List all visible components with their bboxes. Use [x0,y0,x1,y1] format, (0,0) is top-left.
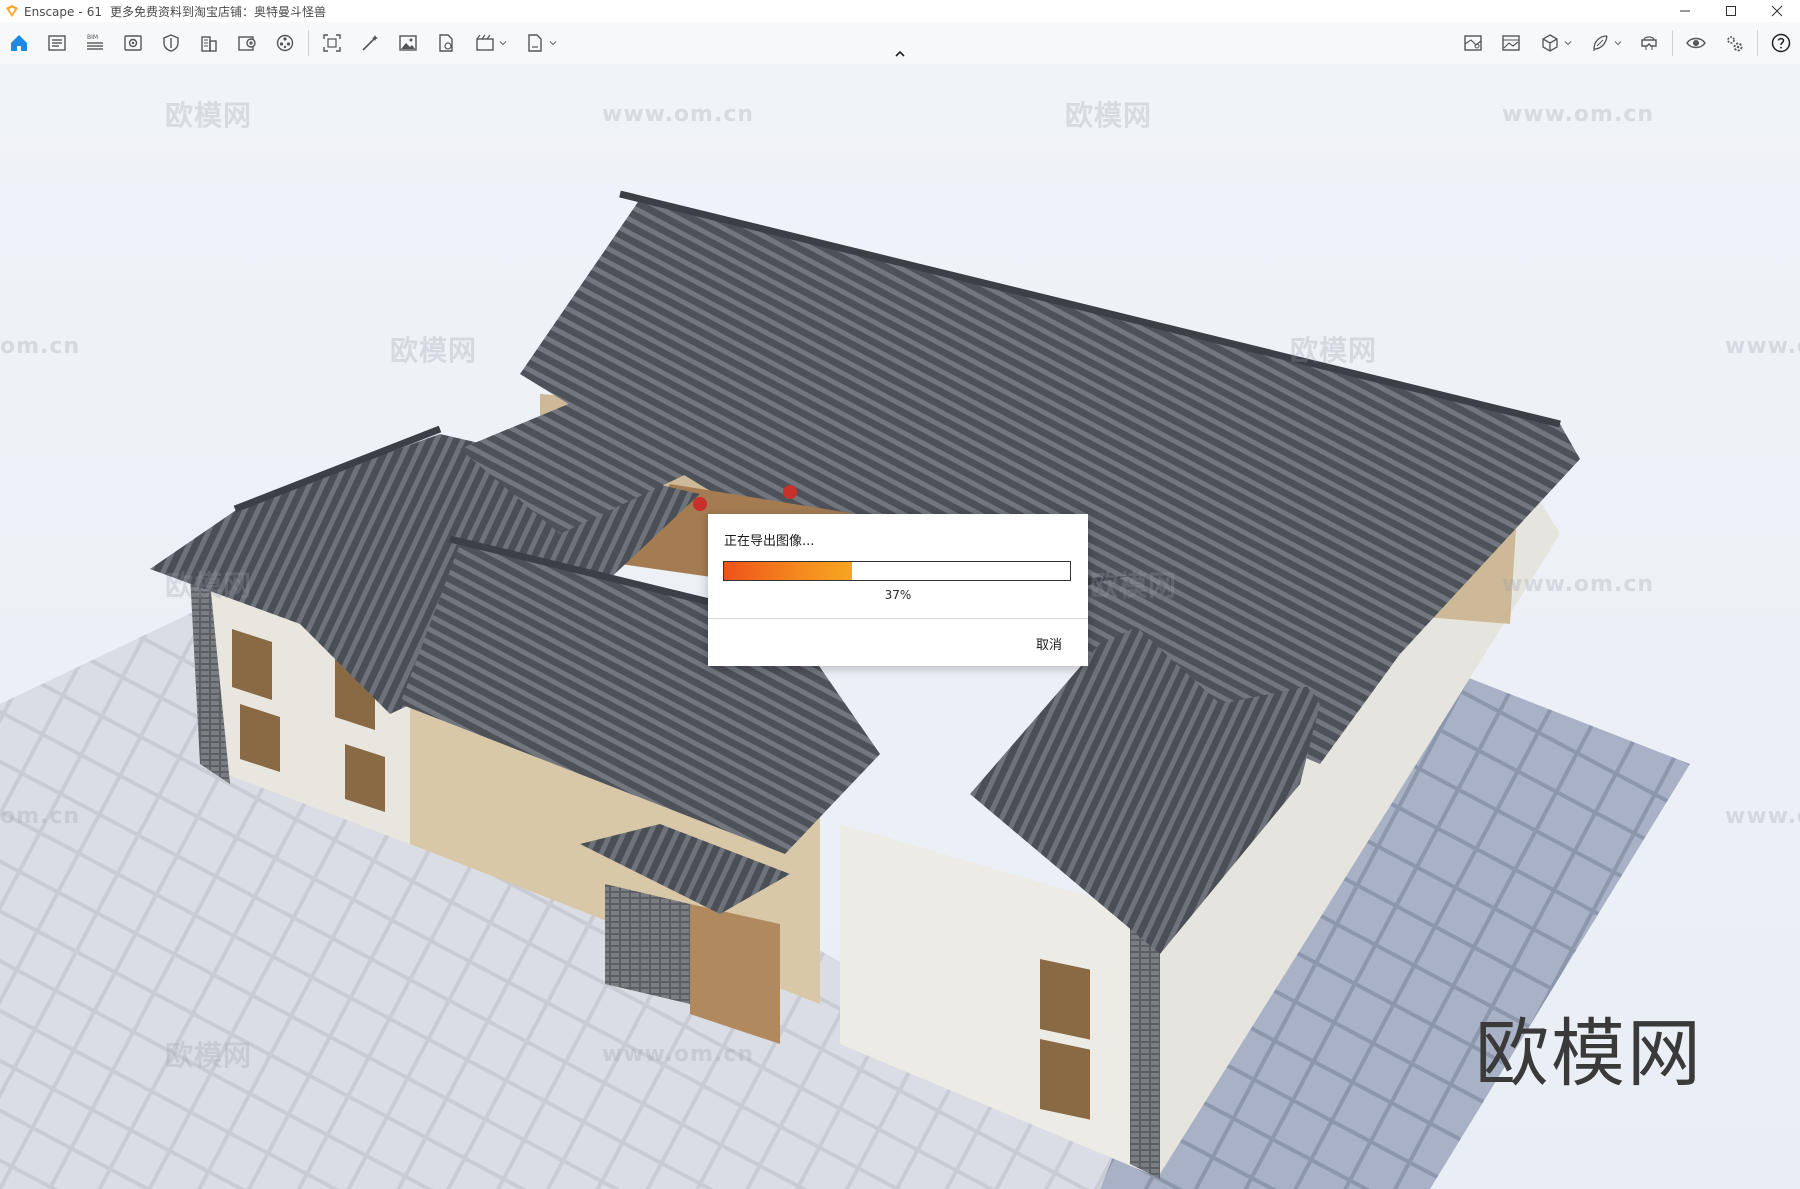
vr-headset-button[interactable] [1630,24,1668,62]
map-button[interactable] [1454,24,1492,62]
window [1040,959,1090,1040]
lantern [783,485,797,499]
screenshot-icon [323,34,341,52]
watermark-text: www.o [1725,804,1800,829]
chevron-down-icon [499,41,506,46]
magic-wand-button[interactable] [351,24,389,62]
toolbar-divider [1757,30,1758,56]
vr-headset-icon [1641,36,1657,50]
maximize-button[interactable] [1708,0,1754,22]
window [1040,1039,1090,1120]
right-stone-edge [1130,914,1160,1179]
export-button[interactable] [515,24,565,62]
watermark-text: 欧模网 [1090,569,1178,602]
help-icon [1771,33,1791,53]
cube-icon [1541,34,1558,52]
safe-frame-button[interactable] [152,24,190,62]
magic-wand-icon [362,35,378,51]
asset-library-button[interactable] [228,24,266,62]
watermark-text: om.cn [0,334,81,359]
watermark-text: www.o [1725,334,1800,359]
screenshot-button[interactable] [313,24,351,62]
views-icon [48,35,66,51]
watermark-text: www.om.cn [1502,102,1655,127]
chevron-down-icon [549,41,556,46]
title-separator: - [78,4,83,19]
cube-button[interactable] [1530,24,1580,62]
building-icon [201,36,217,52]
settings-button[interactable] [1715,24,1753,62]
watermark-text: 欧模网 [165,99,253,132]
export-icon [527,34,542,52]
promo-text: 更多免费资料到淘宝店铺：奥特曼斗怪兽 [110,4,327,19]
render-image-button[interactable] [389,24,427,62]
main-toolbar: BIM [0,22,1800,65]
watermark-text: 欧模网 [1290,334,1378,367]
toolbar-divider [308,30,309,56]
watermark-text: www.om.cn [1502,572,1655,597]
progress-percent: 37% [884,588,912,602]
visual-settings-button[interactable] [114,24,152,62]
toolbar-right-group [1454,22,1800,64]
bim-icon: BIM [87,34,103,50]
chevron-down-icon [1564,41,1571,46]
map-icon [1464,35,1482,51]
materials-icon [276,34,294,52]
title-bar: Enscape -61 更多免费资料到淘宝店铺：奥特曼斗怪兽 [0,0,1800,22]
gallery-button[interactable] [1492,24,1530,62]
watermark-logo: 欧模网 [1475,1011,1703,1097]
cancel-button[interactable]: 取消 [1032,632,1066,655]
views-button[interactable] [38,24,76,62]
bim-button[interactable]: BIM [76,24,114,62]
feather-button[interactable] [1580,24,1630,62]
enscape-logo-icon [6,5,18,17]
document-icon [439,34,453,52]
dialog-title: 正在导出图像... [724,534,815,549]
window-controls [1662,0,1800,22]
video-button[interactable] [465,24,515,62]
close-icon [1771,5,1783,17]
maximize-icon [1726,6,1736,16]
chevron-down-icon [1614,41,1621,46]
batch-render-button[interactable] [427,24,465,62]
project-name: 61 [86,4,103,19]
collapse-toolbar-icon[interactable] [892,46,908,62]
app-name: Enscape [24,4,75,19]
visual-settings-icon [124,35,142,51]
watermark-text: 欧模网 [390,334,478,367]
settings-icon [1727,36,1743,52]
eye-icon [1686,37,1706,49]
home-icon [11,35,27,51]
minimize-icon [1680,10,1690,12]
lantern [693,497,707,511]
watermark-text: om.cn [0,804,81,829]
gate-stone [605,884,690,1004]
home-button[interactable] [0,24,38,62]
gallery-icon [1502,35,1520,51]
window-title: Enscape -61 更多免费资料到淘宝店铺：奥特曼斗怪兽 [24,3,326,20]
watermark-text: 欧模网 [165,1039,253,1072]
dialog-divider [708,618,1088,619]
toolbar-divider [1672,30,1673,56]
materials-button[interactable] [266,24,304,62]
watermark-text: www.om.cn [602,102,755,127]
view-mode-button[interactable] [1677,24,1715,62]
asset-library-icon [238,36,256,51]
image-icon [399,35,417,51]
progress-fill [724,562,853,580]
shield-icon [163,34,179,52]
building-button[interactable] [190,24,228,62]
close-button[interactable] [1754,0,1800,22]
export-progress-dialog: 正在导出图像... 37% 取消 [708,514,1088,666]
toolbar-left-group: BIM [0,22,565,64]
video-icon [475,34,494,51]
progress-bar [723,561,1071,581]
watermark-text: 欧模网 [165,569,253,602]
minimize-button[interactable] [1662,0,1708,22]
feather-icon [1592,35,1608,51]
watermark-text: www.om.cn [602,1042,755,1067]
help-button[interactable] [1762,24,1800,62]
bim-icon-label: BIM [87,34,98,41]
watermark-text: 欧模网 [1065,99,1153,132]
